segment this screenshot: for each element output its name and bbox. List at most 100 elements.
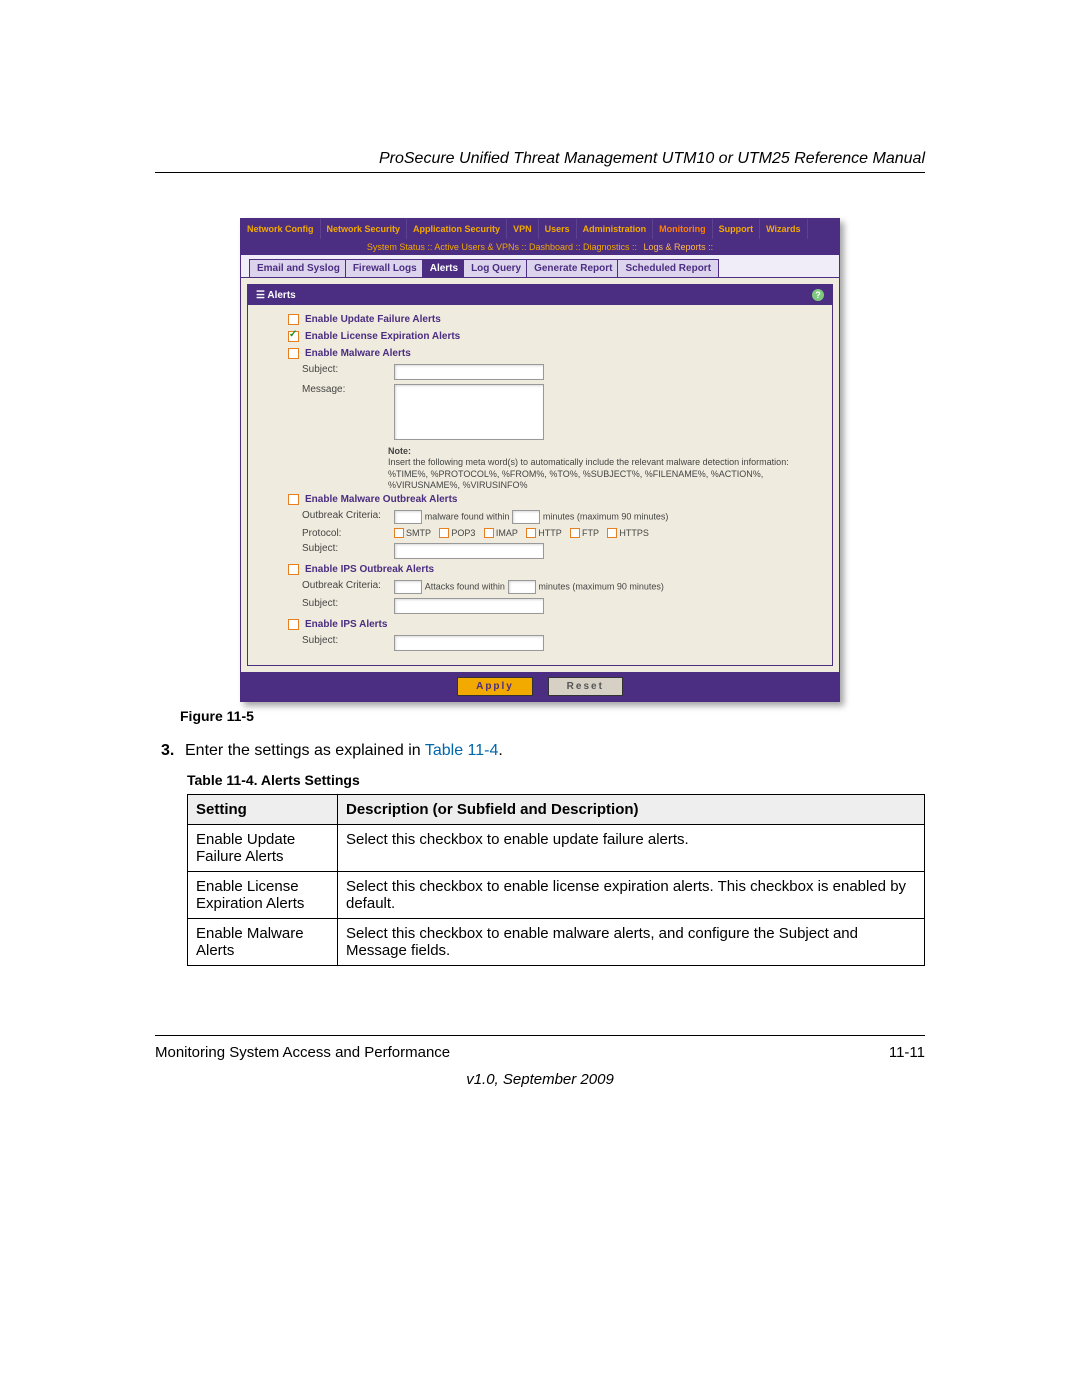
tab-row: Email and SyslogFirewall LogsAlertsLog Q… xyxy=(241,255,839,278)
checkbox-update-failure[interactable] xyxy=(288,314,299,325)
section-title: ☰ Alerts xyxy=(256,290,296,301)
input-malware-minutes[interactable] xyxy=(512,510,540,524)
label-outbreak-criteria: Outbreak Criteria: xyxy=(302,510,388,521)
table-cell-setting: Enable Malware Alerts xyxy=(188,919,338,966)
note-line1: Insert the following meta word(s) to aut… xyxy=(388,457,789,467)
table-cell-description: Select this checkbox to enable malware a… xyxy=(338,919,925,966)
input-malware-outbreak-subject[interactable] xyxy=(394,543,544,559)
label-ips-outbreak-criteria: Outbreak Criteria: xyxy=(302,580,388,591)
checkbox-protocol-pop3[interactable] xyxy=(439,528,449,538)
label-protocol-http: HTTP xyxy=(538,528,564,538)
footer-page-number: 11-11 xyxy=(889,1044,925,1061)
checkbox-protocol-https[interactable] xyxy=(607,528,617,538)
note-head: Note: xyxy=(388,446,411,456)
step-table-link[interactable]: Table 11-4 xyxy=(425,742,499,759)
tab-item[interactable]: Scheduled Report xyxy=(617,259,719,277)
step-text-a: Enter the settings as explained in xyxy=(185,742,425,759)
input-ips-minutes[interactable] xyxy=(508,580,536,594)
subnav-text: System Status :: Active Users & VPNs :: … xyxy=(367,242,637,252)
tab-item[interactable]: Email and Syslog xyxy=(249,259,348,277)
checkbox-protocol-ftp[interactable] xyxy=(570,528,580,538)
topnav-item[interactable]: VPN xyxy=(507,219,539,239)
label-malware-alerts: Enable Malware Alerts xyxy=(305,348,411,359)
button-bar: Apply Reset xyxy=(241,672,839,701)
table-header-description: Description (or Subfield and Description… xyxy=(338,795,925,825)
checkbox-protocol-smtp[interactable] xyxy=(394,528,404,538)
section-header: ☰ Alerts ? xyxy=(248,285,832,305)
subnav-active: Logs & Reports :: xyxy=(644,242,714,252)
label-protocol-pop3: POP3 xyxy=(451,528,478,538)
input-malware-subject[interactable] xyxy=(394,364,544,380)
label-protocol: Protocol: xyxy=(302,528,388,539)
top-nav: Network ConfigNetwork SecurityApplicatio… xyxy=(241,219,839,239)
screenshot: Network ConfigNetwork SecurityApplicatio… xyxy=(240,218,840,702)
tab-item[interactable]: Firewall Logs xyxy=(345,259,425,277)
step-number: 3. xyxy=(161,742,185,760)
label-malware-outbreak-subject: Subject: xyxy=(302,543,388,554)
label-malware-outbreak: Enable Malware Outbreak Alerts xyxy=(305,494,457,505)
table-header-setting: Setting xyxy=(188,795,338,825)
text-minutes-max: minutes (maximum 90 minutes) xyxy=(543,512,669,522)
apply-button[interactable]: Apply xyxy=(457,677,533,696)
label-ips-alerts: Enable IPS Alerts xyxy=(305,619,387,630)
tab-item[interactable]: Log Query xyxy=(463,259,529,277)
label-protocol-ftp: FTP xyxy=(582,528,601,538)
checkbox-malware-outbreak[interactable] xyxy=(288,494,299,505)
label-protocol-https: HTTPS xyxy=(619,528,649,538)
table-caption: Table 11-4. Alerts Settings xyxy=(187,772,925,788)
label-ips-subject: Subject: xyxy=(302,635,388,646)
checkbox-protocol-http[interactable] xyxy=(526,528,536,538)
topnav-item[interactable]: Network Config xyxy=(241,219,321,239)
topnav-item[interactable]: Wizards xyxy=(760,219,807,239)
step-3: 3. Enter the settings as explained in Ta… xyxy=(155,742,925,760)
table-cell-setting: Enable License Expiration Alerts xyxy=(188,872,338,919)
label-subject: Subject: xyxy=(302,364,388,375)
checkbox-license-expiration[interactable] xyxy=(288,331,299,342)
table-cell-description: Select this checkbox to enable update fa… xyxy=(338,825,925,872)
document-title: ProSecure Unified Threat Management UTM1… xyxy=(155,150,925,173)
figure-caption: Figure 11-5 xyxy=(180,708,925,724)
topnav-item[interactable]: Application Security xyxy=(407,219,507,239)
tab-item[interactable]: Generate Report xyxy=(526,259,620,277)
text-malware-found-within: malware found within xyxy=(425,512,510,522)
label-ips-outbreak: Enable IPS Outbreak Alerts xyxy=(305,564,434,575)
label-license-expiration: Enable License Expiration Alerts xyxy=(305,331,460,342)
help-icon[interactable]: ? xyxy=(812,289,824,301)
checkbox-ips-alerts[interactable] xyxy=(288,619,299,630)
topnav-item[interactable]: Users xyxy=(539,219,577,239)
table-row: Enable Update Failure AlertsSelect this … xyxy=(188,825,925,872)
table-row: Enable Malware AlertsSelect this checkbo… xyxy=(188,919,925,966)
label-protocol-imap: IMAP xyxy=(496,528,520,538)
step-text-b: . xyxy=(498,742,502,759)
input-malware-count[interactable] xyxy=(394,510,422,524)
text-attacks-found-within: Attacks found within xyxy=(425,582,505,592)
textarea-malware-message[interactable] xyxy=(394,384,544,440)
checkbox-malware-alerts[interactable] xyxy=(288,348,299,359)
protocol-group: SMTP POP3 IMAP HTTP FTP HTTPS xyxy=(394,528,655,539)
footer-section-title: Monitoring System Access and Performance xyxy=(155,1044,450,1061)
tab-item[interactable]: Alerts xyxy=(422,259,466,277)
topnav-item[interactable]: Network Security xyxy=(321,219,408,239)
label-protocol-smtp: SMTP xyxy=(406,528,433,538)
table-cell-setting: Enable Update Failure Alerts xyxy=(188,825,338,872)
checkbox-ips-outbreak[interactable] xyxy=(288,564,299,575)
topnav-item[interactable]: Administration xyxy=(577,219,654,239)
note-line2: %TIME%, %PROTOCOL%, %FROM%, %TO%, %SUBJE… xyxy=(388,469,763,490)
topnav-item[interactable]: Support xyxy=(713,219,761,239)
note-block: Note: Insert the following meta word(s) … xyxy=(388,446,822,491)
input-ips-count[interactable] xyxy=(394,580,422,594)
footer-version: v1.0, September 2009 xyxy=(155,1071,925,1088)
text-ips-minutes-max: minutes (maximum 90 minutes) xyxy=(538,582,664,592)
alerts-settings-table: Setting Description (or Subfield and Des… xyxy=(187,794,925,966)
topnav-item[interactable]: Monitoring xyxy=(653,219,713,239)
table-cell-description: Select this checkbox to enable license e… xyxy=(338,872,925,919)
label-ips-outbreak-subject: Subject: xyxy=(302,598,388,609)
label-update-failure: Enable Update Failure Alerts xyxy=(305,314,441,325)
input-ips-outbreak-subject[interactable] xyxy=(394,598,544,614)
label-message: Message: xyxy=(302,384,388,395)
checkbox-protocol-imap[interactable] xyxy=(484,528,494,538)
reset-button[interactable]: Reset xyxy=(548,677,623,696)
input-ips-subject[interactable] xyxy=(394,635,544,651)
sub-nav: System Status :: Active Users & VPNs :: … xyxy=(241,239,839,255)
table-row: Enable License Expiration AlertsSelect t… xyxy=(188,872,925,919)
